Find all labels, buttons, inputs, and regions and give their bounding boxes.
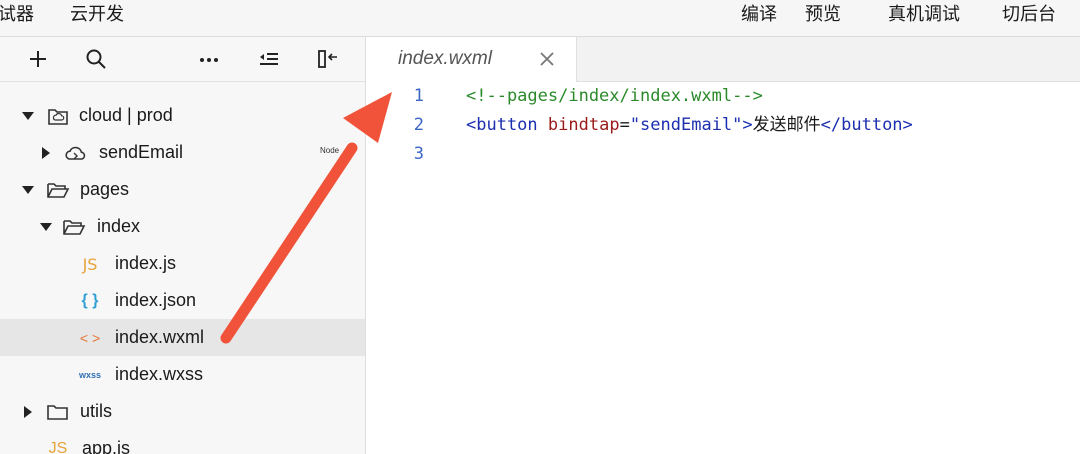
tree-item-index-js[interactable]: JS index.js (0, 245, 365, 282)
code-content: <button bindtap="sendEmail">发送邮件</button… (466, 111, 913, 140)
explorer-toolbar (0, 37, 365, 82)
tree-item-cloud-prod[interactable]: cloud | prod (0, 97, 365, 134)
code-attr-value: "sendEmail" (629, 115, 743, 135)
code-attribute: bindtap (547, 115, 620, 135)
outdent-icon[interactable] (255, 45, 283, 73)
line-number: 3 (413, 144, 424, 164)
more-icon[interactable] (195, 45, 223, 73)
file-explorer-sidebar: cloud | prod sendEmail Node pages index … (0, 37, 366, 454)
js-file-icon: JS (82, 254, 98, 274)
tree-item-index-wxss[interactable]: wxss index.wxss (0, 356, 365, 393)
code-editor: index.wxml 1 <!--pages/index/index.wxml-… (366, 37, 1080, 454)
folder-open-icon (46, 179, 70, 201)
code-tag-bracket: > (742, 115, 753, 135)
caret-right-icon (24, 406, 32, 418)
code-line: 1 <!--pages/index/index.wxml--> (366, 82, 1080, 111)
wxml-file-icon: < > (79, 330, 101, 346)
code-equals: = (619, 115, 630, 135)
menu-cloud-dev[interactable]: 云开发 (70, 4, 124, 26)
code-tag-open: <button (466, 115, 538, 135)
tree-item-pages[interactable]: pages (0, 171, 365, 208)
json-file-icon: { } (81, 292, 99, 309)
collapse-panel-icon[interactable] (314, 45, 342, 73)
tree-item-label: app.js (82, 438, 131, 454)
menu-background[interactable]: 切后台 (1002, 4, 1056, 26)
menu-debugger[interactable]: 试器 (0, 4, 34, 26)
folder-open-icon (62, 216, 86, 238)
tree-item-label: sendEmail (99, 142, 184, 162)
cloud-function-icon (63, 142, 87, 164)
tree-item-sendemail[interactable]: sendEmail Node (0, 134, 365, 171)
search-icon[interactable] (82, 45, 110, 73)
tree-item-label: index.json (115, 290, 197, 310)
tab-index-wxml[interactable]: index.wxml (366, 37, 577, 82)
code-tag-close: </button> (820, 115, 913, 135)
js-file-icon: JS (48, 440, 68, 454)
tab-label: index.wxml (398, 48, 492, 69)
line-number: 1 (413, 86, 424, 106)
wxss-file-icon: wxss (78, 370, 102, 380)
tree-item-index-folder[interactable]: index (0, 208, 365, 245)
code-text: 发送邮件 (752, 115, 821, 135)
close-icon[interactable] (536, 48, 558, 70)
caret-right-icon (42, 147, 50, 159)
tree-item-label: index.wxml (115, 327, 205, 347)
tree-item-label: index.wxss (115, 364, 204, 384)
folder-icon (46, 401, 70, 423)
caret-down-icon (22, 112, 34, 120)
tree-item-index-wxml[interactable]: < > index.wxml (0, 319, 365, 356)
runtime-badge: Node (320, 146, 340, 155)
code-comment: <!--pages/index/index.wxml--> (466, 86, 763, 106)
tree-item-label: index (97, 216, 141, 236)
tree-item-app-js[interactable]: JS app.js (0, 430, 365, 454)
code-line: 2 <button bindtap="sendEmail">发送邮件</butt… (366, 111, 1080, 140)
top-menubar: 试器 云开发 编译 预览 真机调试 切后台 (0, 0, 1080, 37)
tree-item-label: index.js (115, 253, 177, 273)
caret-down-icon (40, 223, 52, 231)
line-number: 2 (413, 115, 424, 135)
menu-remote-debug[interactable]: 真机调试 (888, 4, 960, 26)
menu-preview[interactable]: 预览 (805, 4, 841, 26)
caret-down-icon (22, 186, 34, 194)
editor-tabbar: index.wxml (366, 37, 1080, 82)
tree-item-label: cloud | prod (79, 105, 173, 125)
plus-icon[interactable] (24, 45, 52, 73)
tree-item-utils[interactable]: utils (0, 393, 365, 430)
code-line: 3 (366, 140, 1080, 169)
menu-compile[interactable]: 编译 (741, 4, 777, 26)
tree-item-label: pages (80, 179, 130, 199)
cloud-folder-icon (46, 105, 70, 127)
tree-item-index-json[interactable]: { } index.json (0, 282, 365, 319)
tree-item-label: utils (80, 401, 113, 421)
